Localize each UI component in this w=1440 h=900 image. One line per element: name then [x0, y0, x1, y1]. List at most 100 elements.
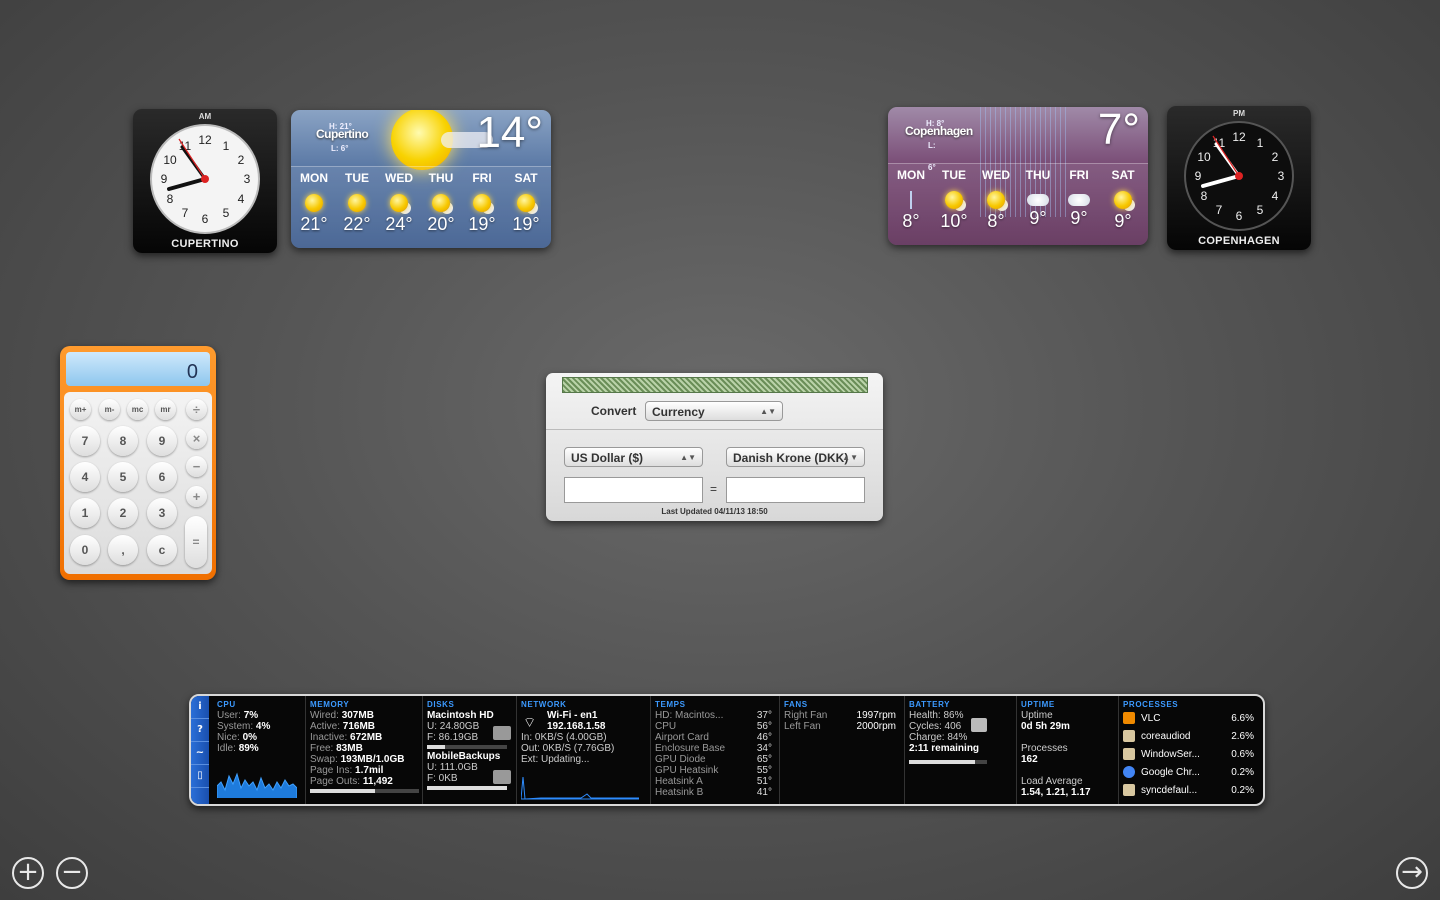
process-row[interactable]: WindowSer... 0.6%	[1123, 746, 1263, 764]
network-interface: Wi-Fi - en1	[521, 710, 647, 721]
multiply-key[interactable]: ×	[186, 428, 207, 449]
conversion-type-select[interactable]: Currency ▲▼	[645, 401, 783, 421]
clock-ampm: AM	[198, 112, 212, 121]
process-cpu: 2.6%	[1231, 731, 1254, 742]
activity-icon[interactable]: ~	[191, 742, 209, 765]
updown-arrow-icon: ▲▼	[680, 453, 696, 462]
temp-value: 56°	[756, 721, 772, 732]
temp-label: GPU Diode	[655, 754, 706, 765]
unit-converter-widget[interactable]: Convert Currency ▲▼ US Dollar ($) ▲▼ Danis…	[546, 373, 883, 521]
clock-number: 2	[238, 153, 245, 167]
vlc-icon	[1123, 712, 1135, 725]
battery-remaining-text: 2:11 remaining	[909, 743, 980, 754]
device-icon[interactable]: ▯	[191, 765, 209, 788]
digit-8-key[interactable]: 8	[108, 426, 138, 456]
processes-value: 162	[1021, 754, 1117, 765]
divide-key[interactable]: ÷	[186, 399, 207, 420]
converter-header-band	[562, 377, 868, 393]
clock-number: 2	[1272, 150, 1279, 164]
forecast-day: SAT 19°	[505, 167, 547, 235]
add-key[interactable]: +	[186, 486, 207, 507]
time-machine-icon	[493, 770, 511, 784]
temp-row: Heatsink A 51°	[655, 776, 778, 787]
info-icon[interactable]: i	[191, 696, 209, 719]
day-name: THU	[1025, 168, 1051, 182]
fans-section: FANS Right Fan 1997rpm Left Fan 2000rpm	[779, 696, 902, 804]
process-row[interactable]: syncdefaul... 0.2%	[1123, 782, 1263, 800]
fans-heading: FANS	[784, 700, 808, 709]
clock-number: 7	[1216, 203, 1223, 217]
memory-row: Free: 83MB	[310, 743, 423, 754]
day-temp: 22°	[343, 214, 371, 234]
memory-clear-key[interactable]: mc	[127, 399, 148, 420]
memory-row-label: Active:	[310, 721, 341, 732]
temp-label: Airport Card	[655, 732, 709, 743]
uptime-value-text: 0d 5h 29m	[1021, 721, 1070, 732]
cpu-row-label: Idle:	[217, 743, 236, 754]
day-temp: 9°	[1029, 208, 1047, 228]
conversion-type-value: Currency	[652, 405, 705, 419]
battery-section: BATTERY Health: 86% Cycles: 406 Charge: …	[904, 696, 1015, 804]
digit-7-key[interactable]: 7	[70, 426, 100, 456]
forecast-day: TUE 10°	[933, 164, 975, 232]
memory-row-label: Free:	[310, 743, 334, 754]
cpu-row-value: 89%	[238, 743, 259, 754]
temps-heading: TEMPS	[655, 700, 686, 709]
istat-widget[interactable]: i ? ~ ▯ CPU User: 7% System: 4% Nice: 0%…	[189, 694, 1265, 806]
temp-value: 46°	[756, 732, 772, 743]
day-temp: 9°	[1114, 211, 1132, 231]
network-interface-text: Wi-Fi - en1	[547, 710, 598, 721]
process-row[interactable]: coreaudiod 2.6%	[1123, 728, 1263, 746]
process-cpu: 0.2%	[1231, 785, 1254, 796]
add-widget-button[interactable]: +	[12, 857, 44, 889]
temp-label: Heatsink B	[655, 787, 704, 798]
memory-recall-key[interactable]: mr	[155, 399, 176, 420]
clear-key[interactable]: c	[147, 535, 177, 565]
battery-charge: Charge: 84%	[909, 732, 968, 743]
clock-number: 10	[163, 153, 177, 167]
to-amount-field[interactable]	[726, 477, 865, 503]
process-name: VLC	[1141, 713, 1161, 724]
digit-0-key[interactable]: 0	[70, 535, 100, 565]
process-row[interactable]: VLC 6.6%	[1123, 710, 1263, 728]
day-temp: 20°	[427, 214, 455, 234]
day-temp: 19°	[468, 214, 496, 234]
subtract-key[interactable]: −	[186, 456, 207, 477]
network-graph	[521, 776, 639, 800]
from-amount-field[interactable]	[564, 477, 703, 503]
process-row[interactable]: Google Chr... 0.2%	[1123, 764, 1263, 782]
temp-value: 37°	[756, 710, 772, 721]
disk-name-text: Macintosh HD	[427, 710, 494, 721]
digit-4-key[interactable]: 4	[70, 462, 100, 492]
clock-widget-cupertino[interactable]: AM 12 1 2 3 4 5 6 7 8 9 10 11 CUPERTINO	[133, 109, 277, 253]
temp-label: HD: Macintos...	[655, 710, 724, 721]
remove-widget-button[interactable]: −	[56, 857, 88, 889]
decimal-key[interactable]: ,	[108, 535, 138, 565]
sun-cloud-icon	[473, 194, 491, 212]
calculator-widget[interactable]: 0 m+ m- mc mr ÷ 7 8 9 × 4 5 6 − + 1 2 3 …	[60, 346, 216, 580]
weather-widget-cupertino[interactable]: H: 21° L: 6° Cupertino 14° MON 21° TUE 22°…	[291, 110, 551, 248]
digit-2-key[interactable]: 2	[108, 498, 138, 528]
memory-row-value: 307MB	[341, 710, 374, 721]
to-currency-select[interactable]: Danish Krone (DKK) ▲▼	[726, 447, 865, 467]
clock-widget-copenhagen[interactable]: PM 12 1 2 3 4 5 6 7 8 9 10 11 COPENHAGEN	[1167, 106, 1311, 250]
memory-add-key[interactable]: m+	[70, 399, 91, 420]
battery-health: Health: 86%	[909, 710, 964, 721]
equals-key[interactable]: =	[185, 516, 207, 568]
sun-cloud-icon	[517, 194, 535, 212]
memory-subtract-key[interactable]: m-	[99, 399, 120, 420]
temp-row: Enclosure Base 34°	[655, 743, 778, 754]
digit-6-key[interactable]: 6	[147, 462, 177, 492]
help-icon[interactable]: ?	[191, 719, 209, 742]
next-arrow-button[interactable]: →	[1396, 857, 1428, 889]
forecast-day: FRI 19°	[461, 167, 503, 235]
memory-bar-fill	[310, 789, 376, 793]
digit-3-key[interactable]: 3	[147, 498, 177, 528]
from-currency-select[interactable]: US Dollar ($) ▲▼	[564, 447, 703, 467]
digit-5-key[interactable]: 5	[108, 462, 138, 492]
digit-1-key[interactable]: 1	[70, 498, 100, 528]
temp-label: CPU	[655, 721, 677, 732]
digit-9-key[interactable]: 9	[147, 426, 177, 456]
clock-number: 10	[1197, 150, 1211, 164]
weather-widget-copenhagen[interactable]: H: 8° L: 6° Copenhagen 7° MON 8° TUE 10° W…	[888, 107, 1148, 245]
